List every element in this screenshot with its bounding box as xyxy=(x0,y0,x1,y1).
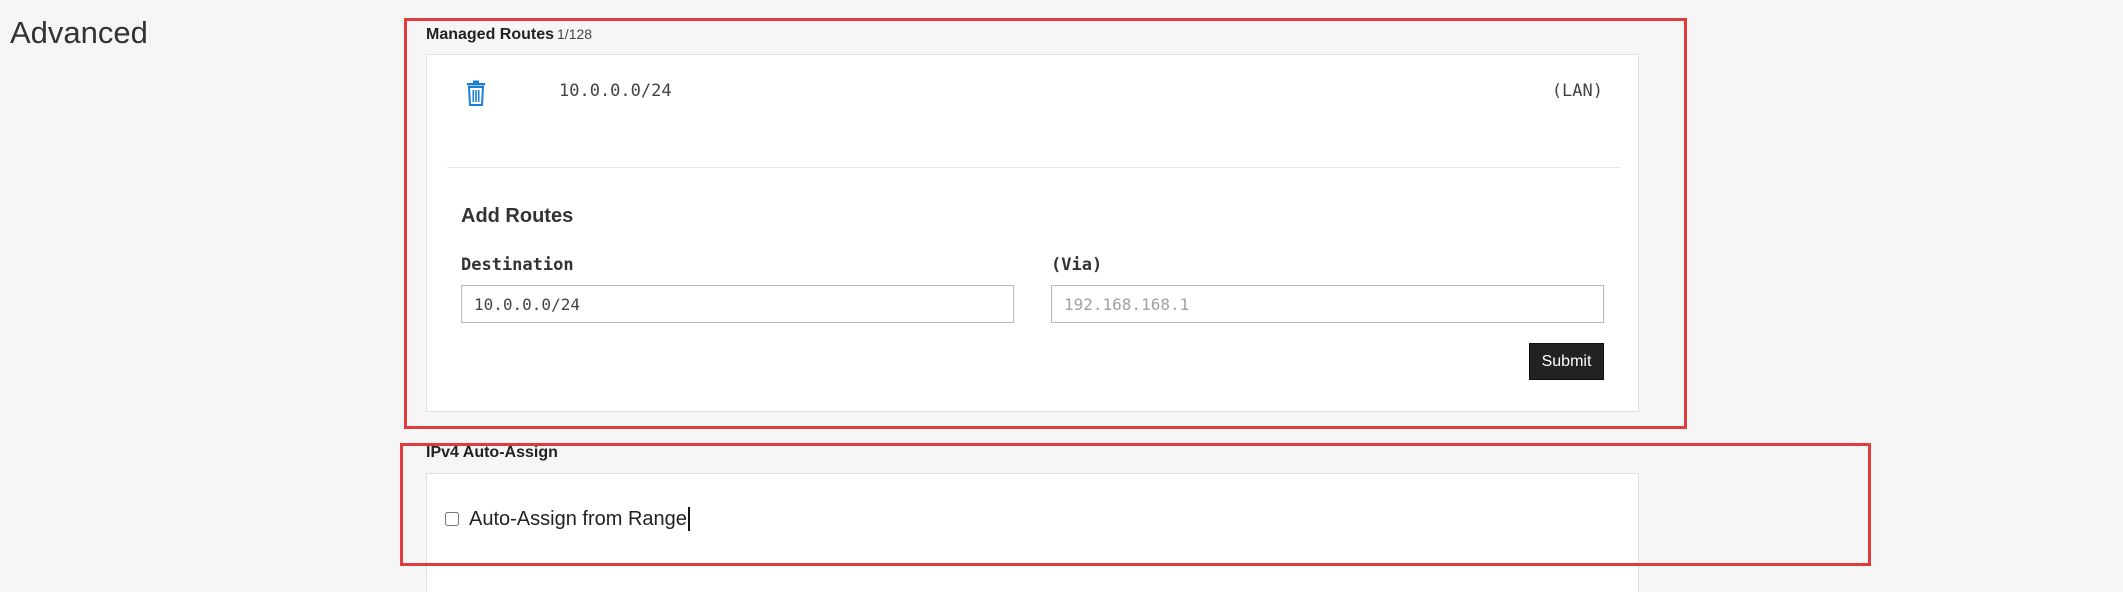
managed-routes-title: Managed Routes xyxy=(426,26,555,43)
add-routes-title: Add Routes xyxy=(461,205,574,227)
route-row: 10.0.0.0/24 (LAN) xyxy=(427,55,1638,165)
via-label: (Via) xyxy=(1051,255,1103,275)
ipv4-auto-assign-card: Auto-Assign from Range xyxy=(426,473,1639,592)
text-cursor xyxy=(687,507,690,531)
via-input[interactable] xyxy=(1051,285,1604,323)
destination-label: Destination xyxy=(461,255,574,275)
route-divider xyxy=(447,167,1620,168)
managed-routes-card: 10.0.0.0/24 (LAN) Add Routes Destination… xyxy=(426,54,1639,412)
page-title: Advanced xyxy=(10,15,148,50)
route-via: (LAN) xyxy=(1551,81,1603,101)
managed-routes-count: 1/128 xyxy=(557,26,593,42)
trash-icon[interactable] xyxy=(465,80,487,106)
submit-button[interactable]: Submit xyxy=(1529,343,1604,380)
auto-assign-checkbox[interactable] xyxy=(445,512,459,526)
managed-routes-label: Managed Routes 1/128 xyxy=(426,26,592,44)
destination-input[interactable] xyxy=(461,285,1014,323)
ipv4-auto-assign-label: IPv4 Auto-Assign xyxy=(426,444,558,461)
route-destination: 10.0.0.0/24 xyxy=(559,81,672,101)
auto-assign-row: Auto-Assign from Range xyxy=(445,507,690,531)
auto-assign-checkbox-label[interactable]: Auto-Assign from Range xyxy=(469,508,687,531)
